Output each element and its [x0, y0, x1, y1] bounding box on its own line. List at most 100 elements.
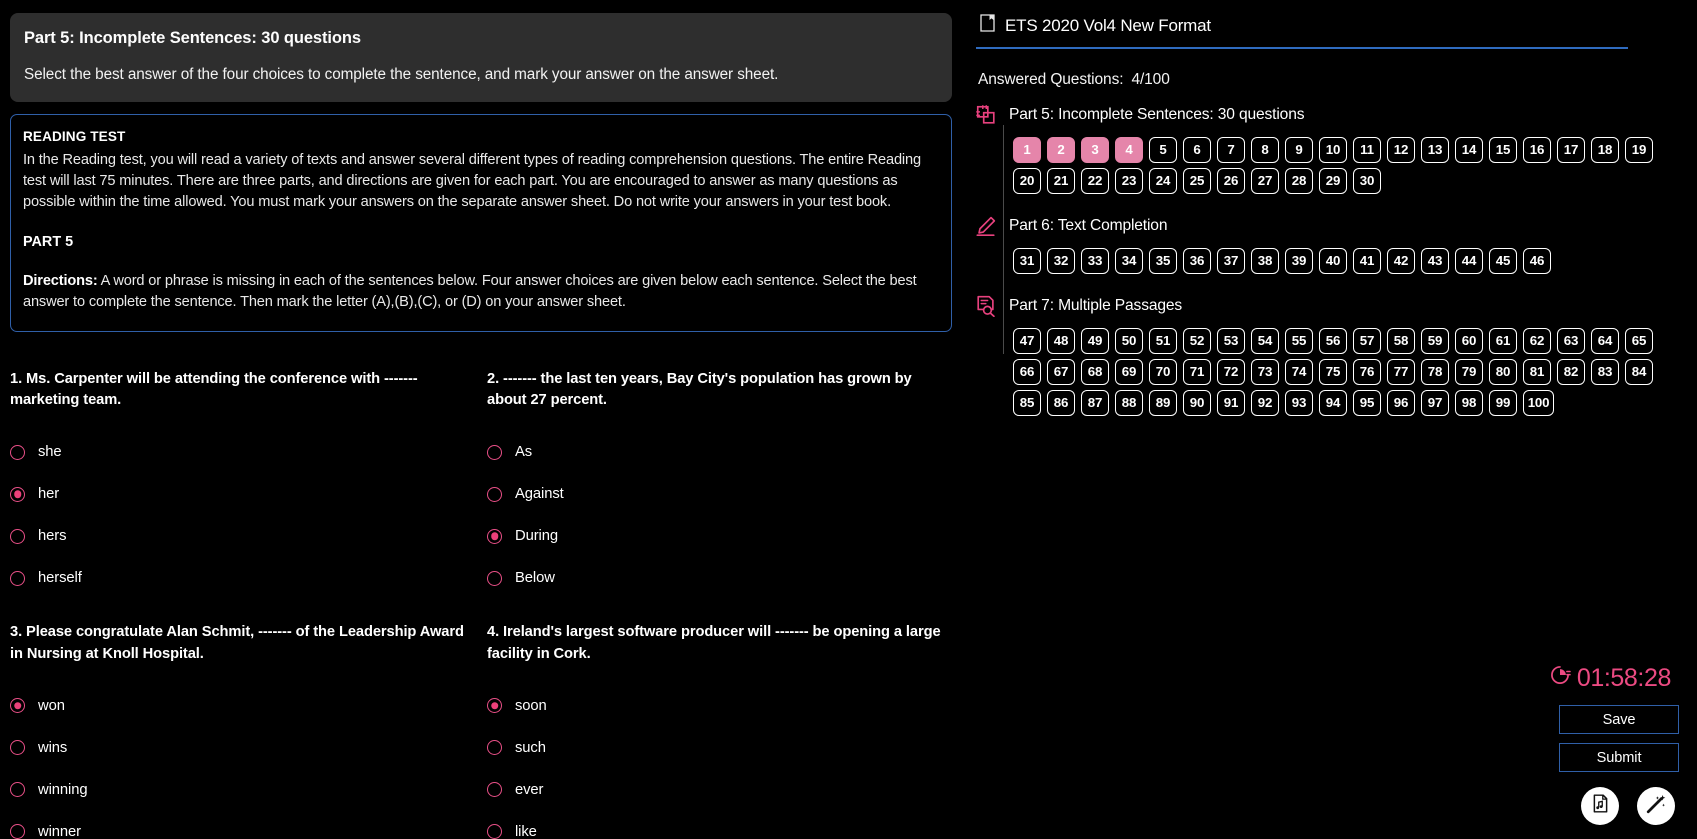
question-number-cell[interactable]: 24	[1149, 167, 1177, 194]
magic-wand-button[interactable]	[1637, 787, 1675, 825]
question-number-cell[interactable]: 61	[1489, 327, 1517, 354]
question-number-cell[interactable]: 94	[1319, 389, 1347, 416]
radio-unselected-icon[interactable]	[487, 486, 502, 502]
answer-choice[interactable]: hers	[10, 515, 475, 557]
question-number-cell[interactable]: 9	[1285, 136, 1313, 163]
question-number-cell[interactable]: 63	[1557, 327, 1585, 354]
question-number-cell[interactable]: 13	[1421, 136, 1449, 163]
question-number-cell[interactable]: 98	[1455, 389, 1483, 416]
question-number-cell[interactable]: 66	[1013, 358, 1041, 385]
question-number-cell[interactable]: 47	[1013, 327, 1041, 354]
question-number-cell[interactable]: 46	[1523, 247, 1551, 274]
question-number-cell[interactable]: 99	[1489, 389, 1517, 416]
radio-unselected-icon[interactable]	[487, 740, 502, 756]
question-number-cell[interactable]: 45	[1489, 247, 1517, 274]
question-number-cell[interactable]: 80	[1489, 358, 1517, 385]
answer-choice[interactable]: During	[487, 515, 952, 557]
question-number-cell[interactable]: 86	[1047, 389, 1075, 416]
answer-choice[interactable]: she	[10, 431, 475, 473]
answer-choice[interactable]: her	[10, 473, 475, 515]
question-number-cell[interactable]: 3	[1081, 136, 1109, 163]
radio-unselected-icon[interactable]	[487, 570, 502, 586]
question-number-cell[interactable]: 17	[1557, 136, 1585, 163]
question-number-cell[interactable]: 77	[1387, 358, 1415, 385]
question-number-cell[interactable]: 85	[1013, 389, 1041, 416]
radio-unselected-icon[interactable]	[487, 444, 502, 460]
question-number-cell[interactable]: 91	[1217, 389, 1245, 416]
save-button[interactable]: Save	[1559, 705, 1679, 734]
question-number-cell[interactable]: 33	[1081, 247, 1109, 274]
radio-unselected-icon[interactable]	[10, 528, 25, 544]
question-number-cell[interactable]: 34	[1115, 247, 1143, 274]
radio-unselected-icon[interactable]	[487, 824, 502, 839]
radio-unselected-icon[interactable]	[10, 740, 25, 756]
question-number-cell[interactable]: 62	[1523, 327, 1551, 354]
question-number-cell[interactable]: 39	[1285, 247, 1313, 274]
question-number-cell[interactable]: 4	[1115, 136, 1143, 163]
question-number-cell[interactable]: 36	[1183, 247, 1211, 274]
question-number-cell[interactable]: 10	[1319, 136, 1347, 163]
question-number-cell[interactable]: 79	[1455, 358, 1483, 385]
question-number-cell[interactable]: 74	[1285, 358, 1313, 385]
question-number-cell[interactable]: 56	[1319, 327, 1347, 354]
question-number-cell[interactable]: 37	[1217, 247, 1245, 274]
question-number-cell[interactable]: 83	[1591, 358, 1619, 385]
question-number-cell[interactable]: 23	[1115, 167, 1143, 194]
question-number-cell[interactable]: 75	[1319, 358, 1347, 385]
radio-selected-icon[interactable]	[487, 528, 502, 544]
question-number-cell[interactable]: 57	[1353, 327, 1381, 354]
question-number-cell[interactable]: 58	[1387, 327, 1415, 354]
question-number-cell[interactable]: 84	[1625, 358, 1653, 385]
answer-choice[interactable]: such	[487, 727, 952, 769]
question-number-cell[interactable]: 52	[1183, 327, 1211, 354]
question-number-cell[interactable]: 2	[1047, 136, 1075, 163]
question-number-cell[interactable]: 29	[1319, 167, 1347, 194]
question-number-cell[interactable]: 1	[1013, 136, 1041, 163]
answer-choice[interactable]: like	[487, 811, 952, 839]
question-number-cell[interactable]: 82	[1557, 358, 1585, 385]
question-number-cell[interactable]: 27	[1251, 167, 1279, 194]
question-number-cell[interactable]: 69	[1115, 358, 1143, 385]
question-number-cell[interactable]: 51	[1149, 327, 1177, 354]
question-number-cell[interactable]: 72	[1217, 358, 1245, 385]
question-number-cell[interactable]: 53	[1217, 327, 1245, 354]
radio-unselected-icon[interactable]	[10, 824, 25, 839]
question-number-cell[interactable]: 15	[1489, 136, 1517, 163]
question-number-cell[interactable]: 30	[1353, 167, 1381, 194]
question-number-cell[interactable]: 48	[1047, 327, 1075, 354]
question-number-cell[interactable]: 73	[1251, 358, 1279, 385]
answer-choice[interactable]: won	[10, 685, 475, 727]
question-number-cell[interactable]: 87	[1081, 389, 1109, 416]
question-number-cell[interactable]: 71	[1183, 358, 1211, 385]
question-number-cell[interactable]: 25	[1183, 167, 1211, 194]
question-number-cell[interactable]: 95	[1353, 389, 1381, 416]
question-number-cell[interactable]: 40	[1319, 247, 1347, 274]
question-number-cell[interactable]: 44	[1455, 247, 1483, 274]
question-number-cell[interactable]: 5	[1149, 136, 1177, 163]
question-number-cell[interactable]: 8	[1251, 136, 1279, 163]
question-number-cell[interactable]: 22	[1081, 167, 1109, 194]
answer-choice[interactable]: winning	[10, 769, 475, 811]
question-number-cell[interactable]: 88	[1115, 389, 1143, 416]
note-music-button[interactable]	[1581, 787, 1619, 825]
question-number-cell[interactable]: 96	[1387, 389, 1415, 416]
radio-unselected-icon[interactable]	[10, 782, 25, 798]
question-number-cell[interactable]: 41	[1353, 247, 1381, 274]
question-number-cell[interactable]: 21	[1047, 167, 1075, 194]
question-number-cell[interactable]: 90	[1183, 389, 1211, 416]
question-number-cell[interactable]: 20	[1013, 167, 1041, 194]
question-number-cell[interactable]: 60	[1455, 327, 1483, 354]
question-number-cell[interactable]: 18	[1591, 136, 1619, 163]
question-number-cell[interactable]: 7	[1217, 136, 1245, 163]
radio-selected-icon[interactable]	[10, 698, 25, 714]
answer-choice[interactable]: Against	[487, 473, 952, 515]
question-number-cell[interactable]: 35	[1149, 247, 1177, 274]
answer-choice[interactable]: As	[487, 431, 952, 473]
question-number-cell[interactable]: 38	[1251, 247, 1279, 274]
radio-unselected-icon[interactable]	[10, 570, 25, 586]
question-number-cell[interactable]: 16	[1523, 136, 1551, 163]
answer-choice[interactable]: Below	[487, 557, 952, 599]
question-number-cell[interactable]: 54	[1251, 327, 1279, 354]
question-number-cell[interactable]: 65	[1625, 327, 1653, 354]
question-number-cell[interactable]: 89	[1149, 389, 1177, 416]
